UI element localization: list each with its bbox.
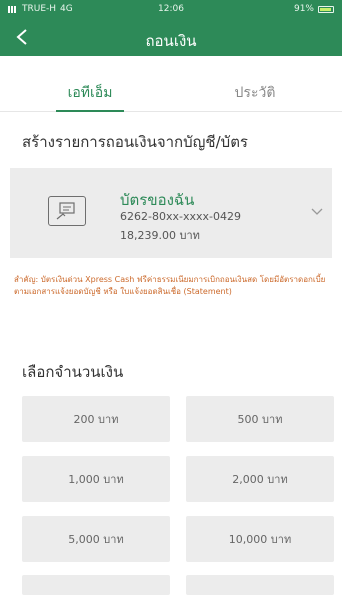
card-name: บัตรของฉัน [120,191,195,209]
amount-button-10000[interactable]: 10,000 บาท [186,516,334,562]
card-icon [48,196,86,226]
amount-button-200[interactable]: 200 บาท [22,396,170,442]
amount-button-partial[interactable] [22,575,170,595]
chevron-down-icon[interactable] [310,204,324,218]
page-title: ถอนเงิน [145,32,197,50]
amount-button-5000[interactable]: 5,000 บาท [22,516,170,562]
battery-fill [320,7,331,11]
nav-bar: ถอนเงิน [0,20,342,56]
tab-history-label: ประวัติ [234,85,276,101]
clock: 12:06 [158,4,184,14]
active-tab-indicator [56,110,124,112]
tab-atm-label: เอทีเอ็ม [67,85,113,101]
tab-bar: เอทีเอ็ม ประวัติ [0,72,342,112]
status-bar: TRUE-H 4G 12:06 91% [0,0,342,20]
card-number: 6262-80xx-xxxx-0429 [120,210,241,223]
battery-icon [318,5,334,13]
important-note: สำคัญ: บัตรเงินด่วน Xpress Cash ฟรีค่าธร… [14,275,326,296]
amount-button-2000[interactable]: 2,000 บาท [186,456,334,502]
section-title: สร้างรายการถอนเงินจากบัญชี/บัตร [22,133,248,151]
battery-info: 91% [294,4,334,14]
amount-button-partial[interactable] [186,575,334,595]
card-balance: 18,239.00 บาท [120,229,200,242]
battery-percent: 91% [293,4,314,14]
tab-atm[interactable]: เอทีเอ็ม [40,72,140,112]
tab-history[interactable]: ประวัติ [200,72,310,112]
account-card-selector[interactable]: บัตรของฉัน 6262-80xx-xxxx-0429 18,239.00… [10,168,332,258]
amount-button-1000[interactable]: 1,000 บาท [22,456,170,502]
amount-button-500[interactable]: 500 บาท [186,396,334,442]
amount-section-title: เลือกจำนวนเงิน [22,363,124,381]
